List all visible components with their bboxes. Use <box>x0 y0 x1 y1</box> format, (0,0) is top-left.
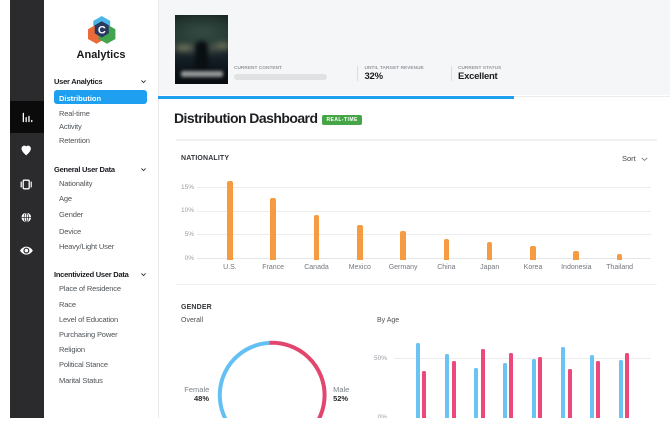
svg-text:C: C <box>97 25 105 37</box>
